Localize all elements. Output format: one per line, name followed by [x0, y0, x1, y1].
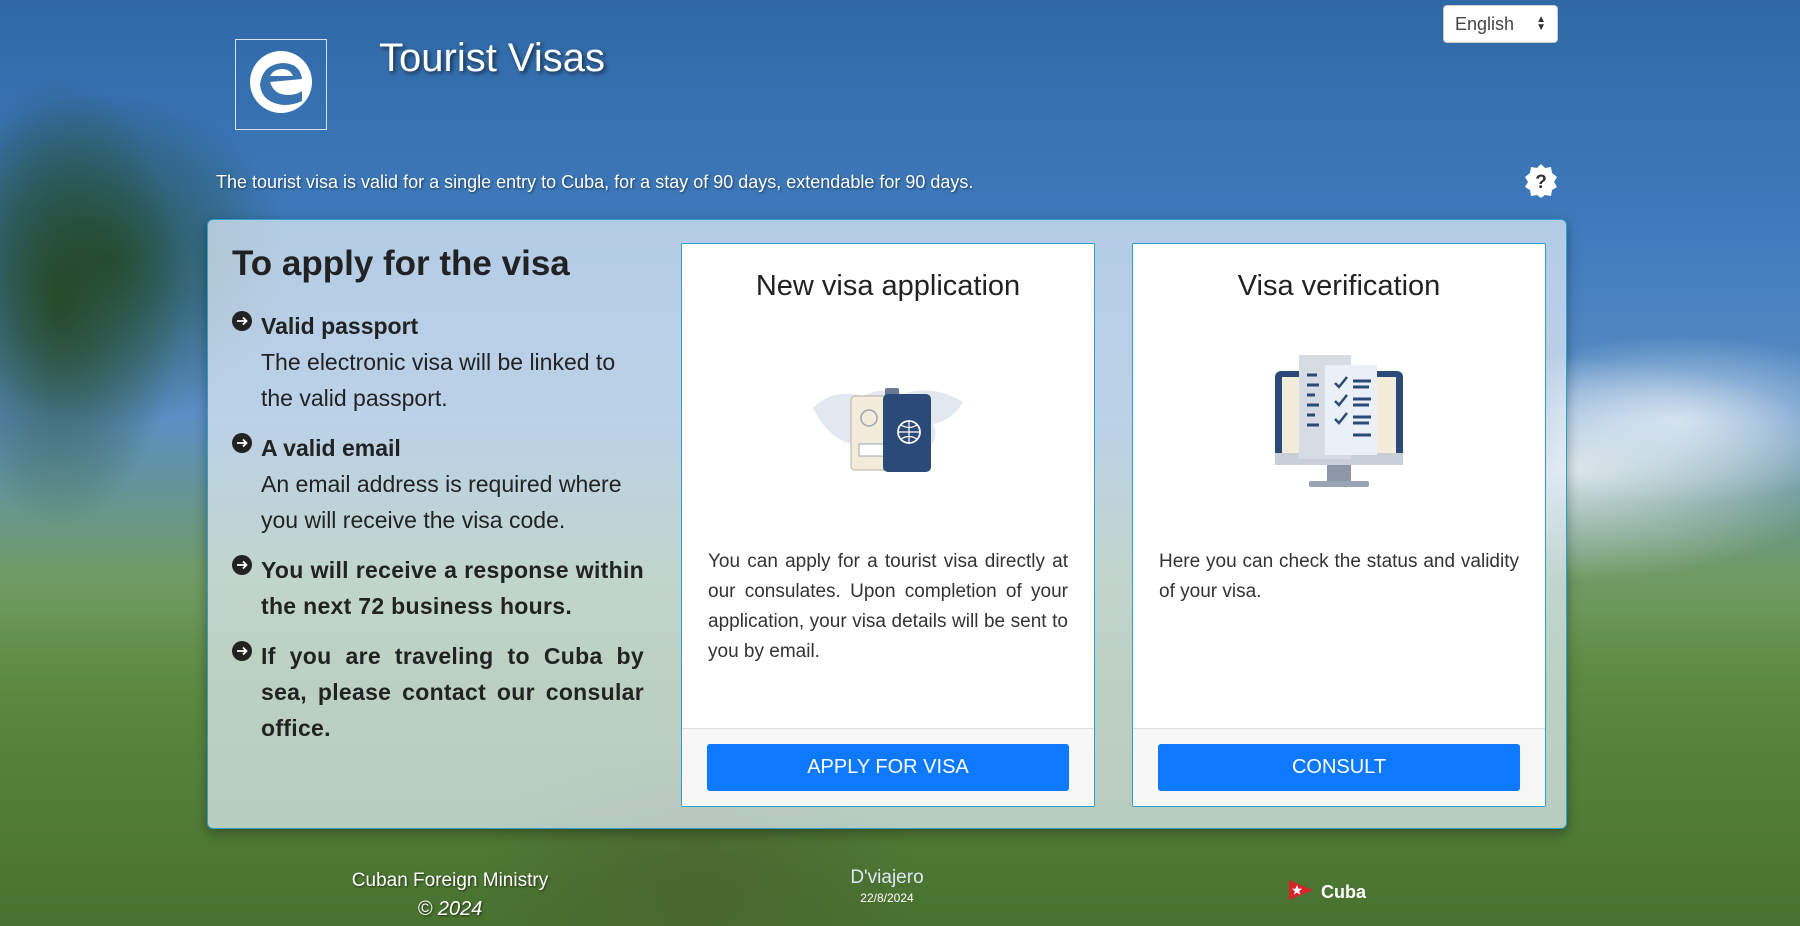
footer-cuba-link[interactable]: Cuba	[1287, 876, 1366, 909]
footer-date: 22/8/2024	[860, 891, 914, 905]
new-application-card: New visa application You can apply for a…	[681, 243, 1095, 807]
footer-brand[interactable]: D'viajero 22/8/2024	[826, 867, 948, 905]
site-logo[interactable]	[235, 39, 327, 130]
requirement-title: Valid passport	[261, 313, 419, 339]
footer-ministry: Cuban Foreign Ministry © 2024	[346, 866, 554, 924]
cuba-star-icon	[1287, 876, 1315, 909]
background-trees	[0, 0, 230, 700]
question-badge-icon: ?	[1523, 163, 1559, 204]
arrow-circle-icon	[232, 552, 261, 624]
page-title: Tourist Visas	[379, 36, 606, 80]
help-button[interactable]: ?	[1524, 163, 1558, 200]
requirement-item: Valid passport The electronic visa will …	[232, 308, 644, 416]
requirement-text: The electronic visa will be linked to th…	[261, 349, 616, 411]
requirement-item: A valid email An email address is requir…	[232, 430, 644, 538]
language-select[interactable]: English ▲ ▼	[1443, 5, 1558, 43]
requirements-section: To apply for the visa Valid passport The…	[232, 244, 644, 760]
intro-text: The tourist visa is valid for a single e…	[216, 172, 974, 192]
cuba-label: Cuba	[1321, 882, 1366, 902]
apply-for-visa-button[interactable]: APPLY FOR VISA	[707, 744, 1069, 791]
passport-map-icon	[682, 349, 1094, 497]
requirement-title: A valid email	[261, 435, 401, 461]
language-value: English	[1455, 13, 1515, 34]
card-description: You can apply for a tourist visa directl…	[708, 551, 1068, 662]
consult-button[interactable]: CONSULT	[1158, 744, 1520, 791]
monitor-checklist-icon	[1133, 349, 1545, 497]
main-panel: To apply for the visa Valid passport The…	[207, 219, 1567, 829]
requirement-text: You will receive a response within the n…	[261, 557, 644, 619]
requirements-heading: To apply for the visa	[232, 244, 570, 283]
card-title: Visa verification	[1237, 270, 1441, 302]
copyright: © 2024	[417, 898, 483, 920]
ministry-name: Cuban Foreign Ministry	[351, 870, 549, 891]
card-footer: CONSULT	[1133, 728, 1545, 806]
requirement-text: If you are traveling to Cuba by sea, ple…	[261, 643, 644, 741]
arrow-circle-icon	[232, 638, 261, 746]
svg-text:?: ?	[1535, 172, 1547, 193]
requirement-item: If you are traveling to Cuba by sea, ple…	[232, 638, 644, 746]
requirement-item: You will receive a response within the n…	[232, 552, 644, 624]
brand-name: D'viajero	[850, 867, 924, 888]
arrow-circle-icon	[232, 308, 261, 416]
e-logo-icon	[248, 49, 314, 120]
visa-verification-card: Visa verification Here you can check the…	[1132, 243, 1546, 807]
arrow-circle-icon	[232, 430, 261, 538]
card-description: Here you can check the status and validi…	[1159, 551, 1519, 602]
card-title: New visa application	[755, 270, 1021, 302]
requirement-text: An email address is required where you w…	[261, 471, 622, 533]
select-arrows-icon: ▲ ▼	[1536, 14, 1546, 33]
card-footer: APPLY FOR VISA	[682, 728, 1094, 806]
